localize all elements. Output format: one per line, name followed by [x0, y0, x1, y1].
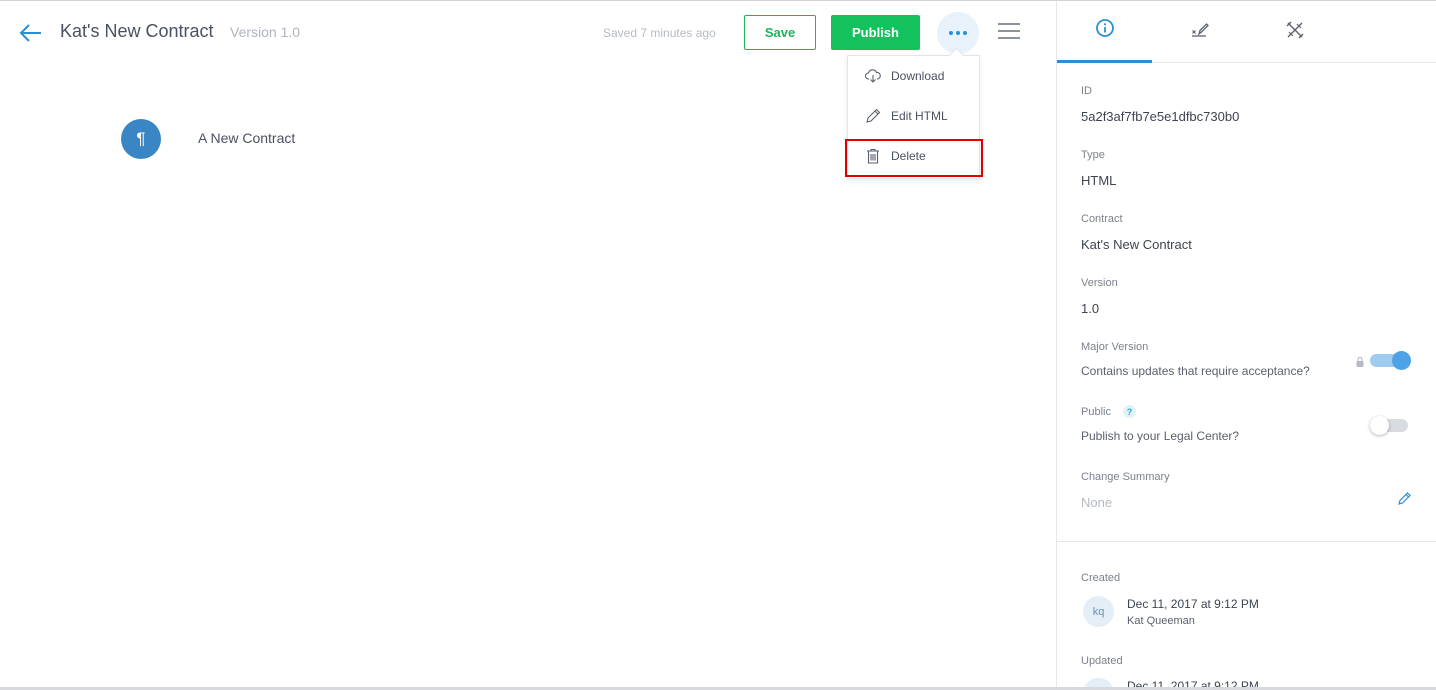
updated-label: Updated [1081, 655, 1123, 667]
dot-icon [949, 31, 953, 35]
version-value: 1.0 [1081, 301, 1100, 316]
hamburger-menu-icon[interactable] [998, 23, 1020, 41]
tools-icon [1285, 20, 1305, 45]
id-value: 5a2f3af7fb7e5e1dfbc730b0 [1081, 109, 1240, 124]
public-toggle[interactable] [1370, 415, 1410, 435]
menu-item-label: Download [891, 69, 945, 83]
change-summary-label: Change Summary [1081, 471, 1170, 483]
public-label: Public [1081, 406, 1111, 418]
avatar [1083, 678, 1114, 687]
created-date: Dec 11, 2017 at 9:12 PM [1127, 597, 1259, 611]
back-arrow-icon[interactable] [18, 21, 44, 45]
menu-item-label: Edit HTML [891, 109, 948, 123]
avatar: kq [1083, 596, 1114, 627]
created-by: Kat Queeman [1127, 615, 1195, 627]
section-title[interactable]: A New Contract [198, 130, 295, 146]
saved-status: Saved 7 minutes ago [603, 26, 716, 40]
tab-signature[interactable] [1152, 1, 1247, 63]
contract-label: Contract [1081, 213, 1123, 225]
more-options-button[interactable] [937, 12, 979, 54]
updated-date: Dec 11, 2017 at 9:12 PM [1127, 679, 1259, 690]
menu-item-label: Delete [891, 149, 926, 163]
more-options-menu: Download Edit HTML Delete [847, 55, 980, 179]
contract-title: Kat's New Contract [60, 21, 214, 41]
app-frame: Kat's New Contract Version 1.0 Saved 7 m… [0, 0, 1436, 690]
help-icon[interactable]: ? [1123, 405, 1136, 418]
menu-item-edit-html[interactable]: Edit HTML [848, 96, 979, 136]
tab-tools[interactable] [1247, 1, 1342, 63]
version-field-label: Version [1081, 277, 1118, 289]
version-label: Version 1.0 [230, 24, 301, 40]
trash-icon [865, 148, 881, 164]
type-value: HTML [1081, 173, 1117, 188]
contract-value: Kat's New Contract [1081, 237, 1192, 252]
type-label: Type [1081, 149, 1105, 161]
created-label: Created [1081, 572, 1121, 584]
publish-button[interactable]: Publish [831, 15, 920, 50]
menu-item-download[interactable]: Download [848, 56, 979, 96]
paragraph-icon[interactable]: ¶ [121, 119, 161, 159]
panel-tabs [1057, 1, 1436, 63]
id-label: ID [1081, 85, 1092, 97]
tab-info[interactable] [1057, 1, 1152, 63]
dot-icon [956, 31, 960, 35]
major-version-description: Contains updates that require acceptance… [1081, 364, 1310, 378]
dot-icon [963, 31, 967, 35]
menu-item-delete[interactable]: Delete [848, 136, 979, 176]
panel-divider [1057, 541, 1436, 542]
save-button[interactable]: Save [744, 15, 816, 50]
change-summary-value: None [1081, 495, 1113, 510]
signature-icon [1190, 20, 1210, 45]
major-version-toggle[interactable] [1370, 350, 1411, 370]
cloud-download-icon [865, 68, 881, 84]
major-version-label: Major Version [1081, 341, 1149, 353]
info-icon [1095, 18, 1115, 43]
pencil-icon [865, 108, 881, 124]
public-description: Publish to your Legal Center? [1081, 429, 1240, 443]
lock-icon [1355, 355, 1365, 367]
edit-pencil-icon[interactable] [1397, 491, 1412, 506]
details-panel: ID 5a2f3af7fb7e5e1dfbc730b0 Type HTML Co… [1056, 1, 1436, 690]
